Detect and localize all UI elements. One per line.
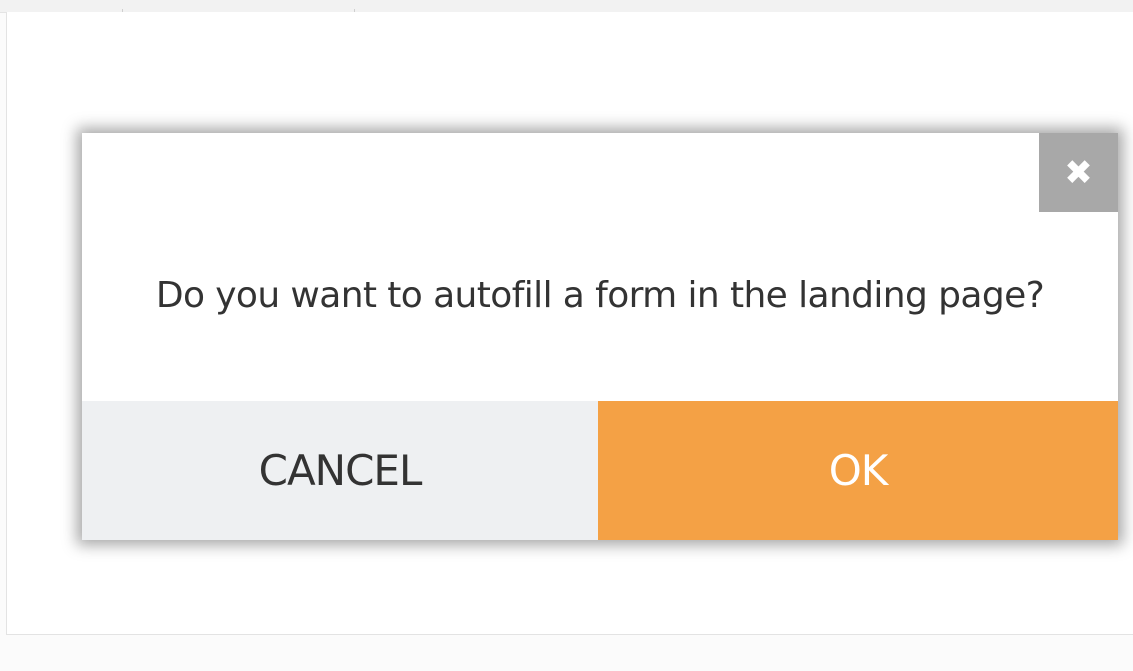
ok-button-label: OK [828, 446, 889, 495]
cancel-button-label: CANCEL [258, 446, 423, 495]
close-icon: ✖ [1064, 152, 1093, 193]
close-button[interactable]: ✖ [1039, 133, 1118, 212]
ok-button[interactable]: OK [598, 401, 1118, 540]
dialog-message: Do you want to autofill a form in the la… [155, 275, 1045, 316]
cancel-button[interactable]: CANCEL [82, 401, 598, 540]
autofill-dialog: ✖ Do you want to autofill a form in the … [82, 133, 1118, 540]
dialog-actions: CANCEL OK [82, 401, 1118, 540]
